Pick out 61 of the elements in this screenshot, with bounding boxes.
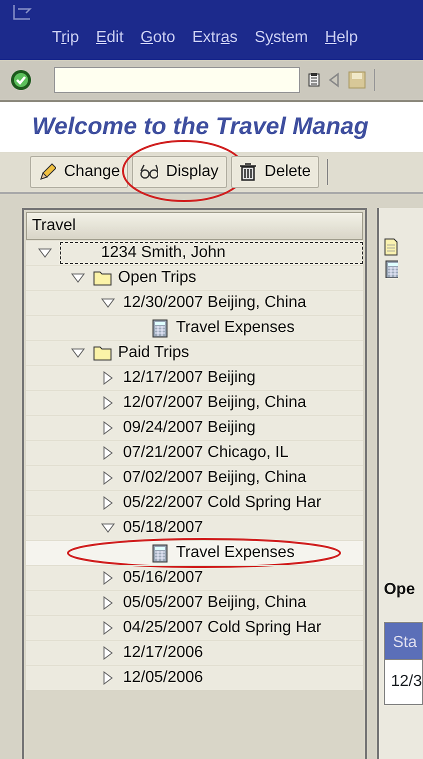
tree-node[interactable]: 12/05/2006 [123, 666, 204, 690]
collapse-icon[interactable] [71, 271, 85, 285]
history-icon [308, 73, 320, 87]
expand-icon[interactable] [101, 446, 115, 460]
expand-icon[interactable] [101, 671, 115, 685]
expand-icon[interactable] [101, 496, 115, 510]
command-field[interactable] [54, 67, 300, 93]
expand-icon[interactable] [101, 421, 115, 435]
collapse-icon[interactable] [101, 521, 115, 535]
tree-node[interactable]: 04/25/2007 Cold Spring Har [123, 616, 322, 640]
tree-node[interactable]: 1234 Smith, John [60, 242, 363, 264]
toolbar-button[interactable]: Display [132, 156, 227, 188]
tree-header: Travel [26, 212, 363, 240]
collapse-icon[interactable] [38, 246, 52, 260]
toolbar-button[interactable]: Change [30, 156, 128, 188]
section-heading: Ope [384, 580, 416, 600]
tree-node[interactable]: 05/22/2007 Cold Spring Har [123, 491, 322, 515]
document-icon [384, 238, 398, 256]
check-icon[interactable] [10, 69, 32, 91]
trash-icon [238, 162, 257, 182]
collapse-icon[interactable] [71, 346, 85, 360]
folder-icon [93, 344, 112, 362]
back-icon [328, 72, 340, 88]
calculator-icon [384, 260, 398, 278]
tree-node[interactable]: Paid Trips [118, 341, 190, 365]
tree-node[interactable]: 07/21/2007 Chicago, IL [123, 441, 288, 465]
calculator-icon [151, 318, 170, 338]
pencil-icon [38, 162, 56, 182]
tree-node[interactable]: 12/17/2006 [123, 641, 204, 665]
menu-item[interactable]: Goto [140, 26, 176, 60]
table-cell: 12/3 [384, 660, 423, 705]
menu-item[interactable]: System [254, 26, 308, 60]
tree-node[interactable]: 05/05/2007 Beijing, China [123, 591, 306, 615]
menu-item[interactable]: Edit [96, 26, 124, 60]
tree-node[interactable]: 12/30/2007 Beijing, China [123, 291, 306, 315]
tree-node[interactable]: 07/02/2007 Beijing, China [123, 466, 306, 490]
page-title: Welcome to the Travel Manag [0, 102, 423, 152]
expand-icon[interactable] [101, 371, 115, 385]
folder-icon [93, 268, 112, 288]
sap-menu-icon [12, 4, 34, 22]
toolbar-button[interactable]: Delete [230, 156, 319, 188]
tree-node[interactable]: 05/18/2007 [123, 516, 204, 540]
tree-node[interactable]: 12/07/2007 Beijing, China [123, 391, 306, 415]
tree-node[interactable]: Travel Expenses [176, 316, 295, 340]
tree-node[interactable]: 05/16/2007 [123, 566, 204, 590]
expand-icon[interactable] [101, 396, 115, 410]
expand-icon[interactable] [101, 596, 115, 610]
column-header: Sta [384, 622, 423, 660]
collapse-icon[interactable] [101, 296, 115, 310]
calculator-icon [151, 544, 170, 562]
expand-icon[interactable] [101, 571, 115, 585]
menu-item[interactable]: Trip [52, 26, 79, 60]
tree-node[interactable]: Open Trips [118, 266, 196, 290]
tree-node[interactable]: 09/24/2007 Beijing [123, 416, 256, 440]
tree-node[interactable]: 12/17/2007 Beijing [123, 366, 256, 390]
expand-icon[interactable] [101, 471, 115, 485]
expand-icon[interactable] [101, 621, 115, 635]
menu-item[interactable]: Extras [192, 26, 238, 60]
save-icon [348, 71, 366, 89]
menu-item[interactable]: Help [324, 26, 358, 60]
expand-icon[interactable] [101, 646, 115, 660]
